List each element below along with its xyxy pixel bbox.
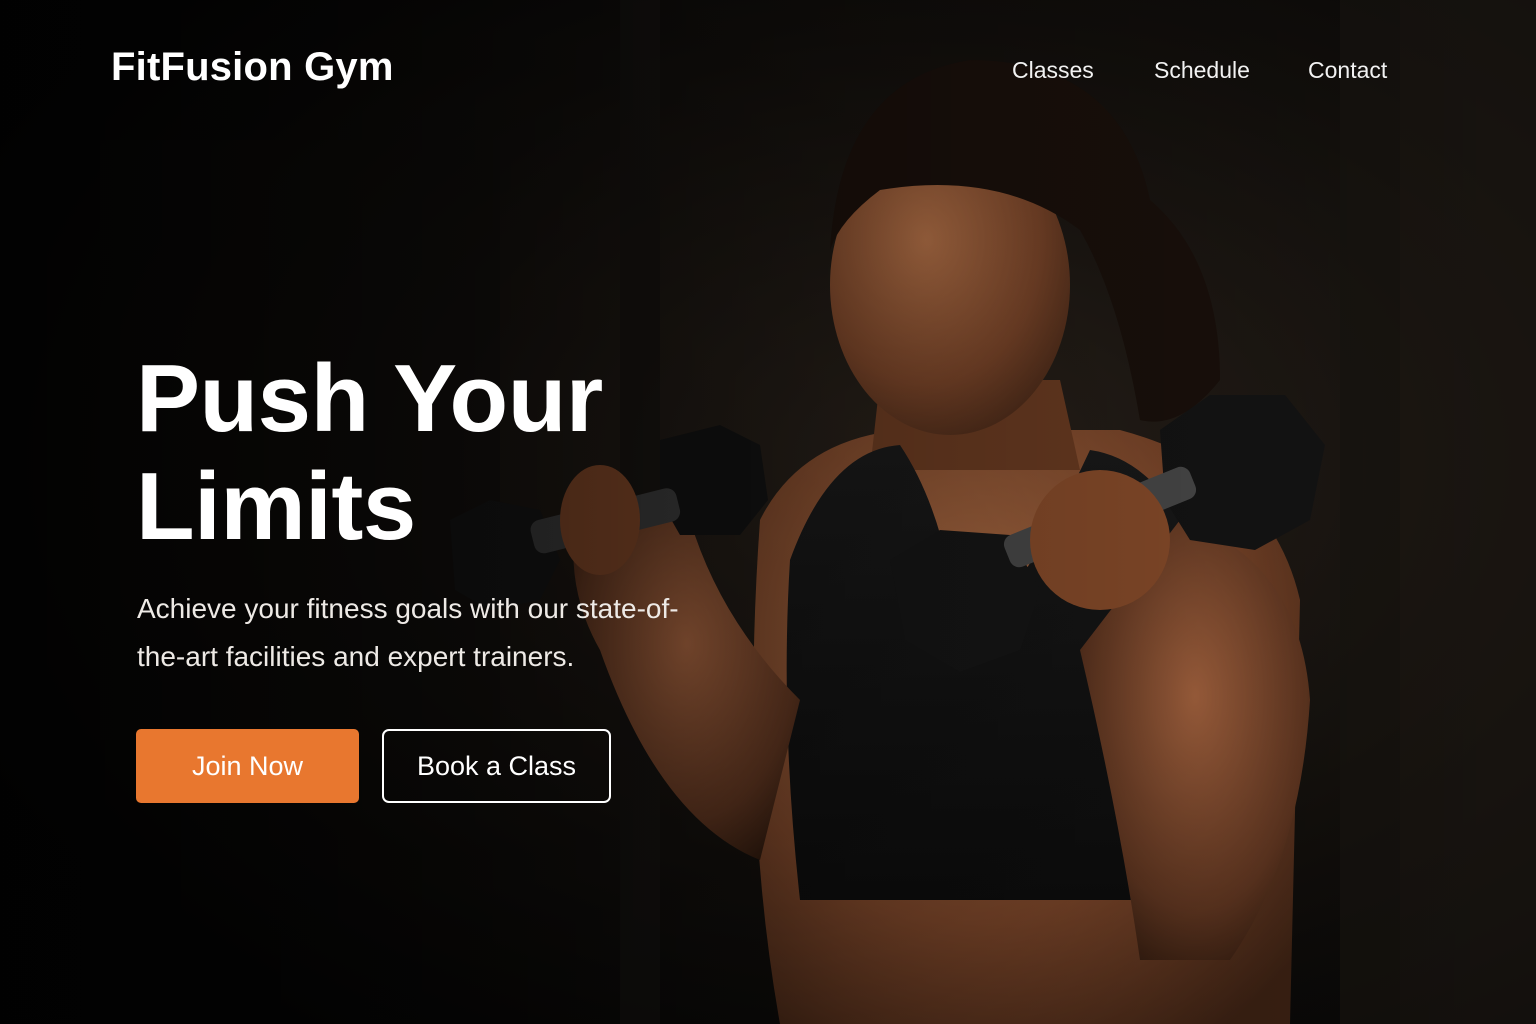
hero-headline: Push Your Limits [136, 345, 603, 561]
nav-link-contact[interactable]: Contact [1308, 57, 1387, 84]
nav-link-schedule[interactable]: Schedule [1154, 57, 1250, 84]
top-navigation-bar: FitFusion Gym Classes Schedule Contact [0, 0, 1536, 140]
brand-logo[interactable]: FitFusion Gym [111, 45, 394, 90]
hero-subtext: Achieve your fitness goals with our stat… [137, 593, 679, 672]
hero-headline-line-1: Push Your [136, 345, 603, 452]
hero-headline-line-2: Limits [136, 453, 416, 560]
join-now-button[interactable]: Join Now [136, 729, 359, 803]
nav-link-classes[interactable]: Classes [1012, 57, 1094, 84]
book-a-class-button[interactable]: Book a Class [382, 729, 611, 803]
